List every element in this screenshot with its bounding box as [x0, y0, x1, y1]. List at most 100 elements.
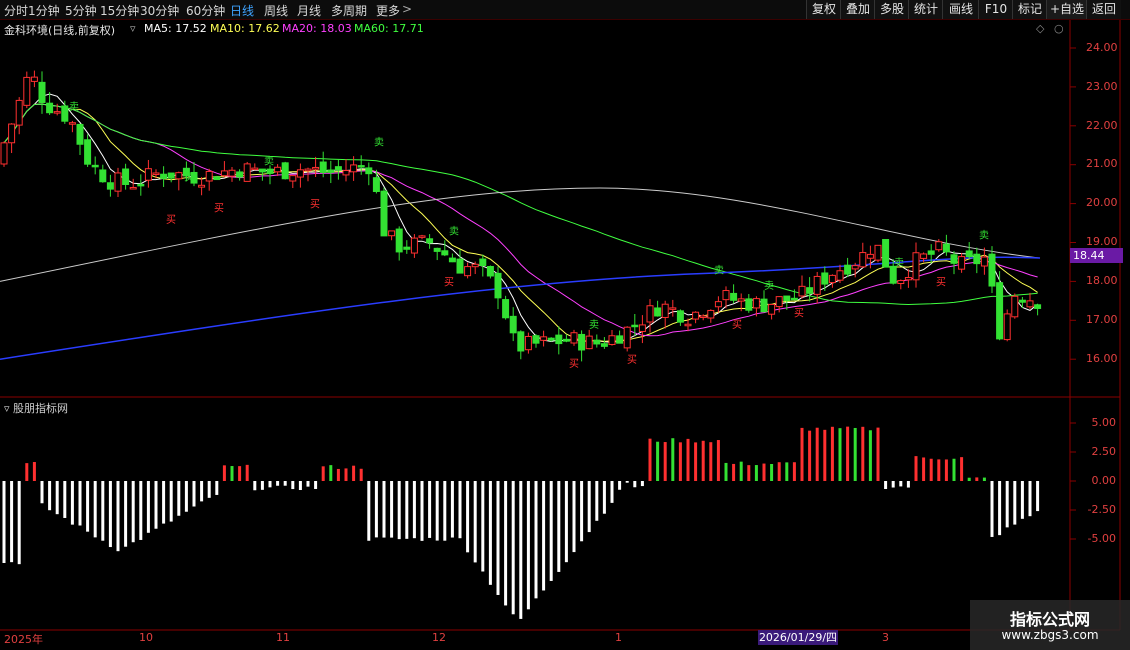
indicator-bar	[146, 481, 150, 533]
candle-body	[236, 171, 244, 178]
indicator-tick: 2.50	[1091, 445, 1117, 458]
indicator-bar	[131, 481, 135, 543]
sell-signal-label: 卖	[764, 280, 774, 292]
time-tick: 1	[615, 631, 622, 644]
candle-body	[654, 307, 662, 317]
candle-body	[456, 258, 464, 274]
indicator-bar	[192, 481, 196, 507]
indicator-bar	[276, 481, 280, 486]
candle-body	[266, 168, 274, 174]
indicator-bar	[298, 481, 302, 491]
buy-signal-label: 买	[794, 307, 804, 319]
candle-body	[638, 324, 646, 332]
kline-chart[interactable]: 卖卖卖卖卖卖卖卖卖卖买买 买买买 买买买买	[0, 0, 1130, 650]
candle-body	[889, 265, 897, 284]
indicator-bar	[808, 430, 812, 481]
indicator-bar	[177, 481, 181, 516]
title-dropdown-icon[interactable]: ▿	[130, 22, 136, 35]
indicator-bar	[663, 442, 667, 481]
candle-body	[312, 166, 320, 170]
indicator-bar	[549, 481, 553, 581]
candle-body	[486, 265, 494, 277]
indicator-bar	[982, 477, 986, 481]
candle-body	[327, 169, 335, 173]
indicator-bar	[914, 456, 918, 481]
candle-body	[152, 172, 160, 175]
candle-body	[517, 331, 525, 352]
indicator-bar	[78, 481, 82, 526]
indicator-bar	[777, 462, 781, 481]
indicator-bar	[374, 481, 378, 538]
candle-body	[775, 296, 783, 308]
cursor-date-tag: 2026/01/29/四	[758, 630, 838, 645]
candle-body	[631, 324, 639, 328]
watermark-url: www.zbgs3.com	[1001, 628, 1099, 642]
indicator-bar	[488, 481, 492, 585]
candle-body	[897, 280, 905, 285]
candle-body	[798, 285, 806, 297]
indicator-bar	[648, 438, 652, 481]
circle-icon[interactable]: ○	[1054, 22, 1064, 35]
candle-body	[578, 333, 586, 351]
indicator-bar	[367, 481, 371, 541]
candle-body	[821, 272, 829, 285]
candle-body	[167, 172, 175, 179]
indicator-bar	[86, 481, 90, 532]
diamond-icon[interactable]: ◇	[1036, 22, 1044, 35]
candle-body	[524, 335, 532, 351]
candle-body	[205, 170, 213, 182]
price-tick: 16.00	[1086, 352, 1118, 365]
candle-body	[342, 170, 350, 176]
candle-body	[730, 292, 738, 301]
candle-body	[388, 230, 396, 237]
candle-body	[160, 173, 168, 179]
indicator-bar	[952, 458, 956, 481]
indicator-bar	[253, 481, 257, 491]
indicator-bar	[792, 462, 796, 481]
candle-body	[790, 297, 798, 301]
indicator-bar	[504, 481, 508, 606]
indicator-bar	[443, 481, 447, 541]
indicator-bar	[884, 481, 888, 490]
indicator-bar	[732, 463, 736, 481]
indicator-bar	[101, 481, 105, 541]
indicator-bar	[785, 462, 789, 481]
indicator-bar	[238, 466, 242, 481]
indicator-bar	[830, 426, 834, 481]
price-tick: 23.00	[1086, 80, 1118, 93]
candle-body	[882, 239, 890, 268]
indicator-bar	[587, 481, 591, 533]
indicator-bar	[162, 481, 166, 524]
indicator-name: 股朋指标网	[13, 402, 69, 415]
indicator-bar	[268, 481, 272, 488]
candle-body	[464, 266, 472, 277]
indicator-bar	[595, 481, 599, 521]
candle-body	[0, 142, 8, 165]
candle-body	[46, 102, 54, 114]
indicator-bar	[207, 481, 211, 498]
indicator-bar	[625, 481, 629, 483]
candle-body	[646, 305, 654, 323]
candle-body	[175, 172, 183, 180]
candle-body	[851, 265, 859, 270]
candle-body	[980, 256, 988, 267]
indicator-bar	[124, 481, 128, 547]
indicator-bar	[169, 481, 173, 522]
candle-body	[479, 258, 487, 266]
candle-body	[494, 272, 502, 299]
indicator-bar	[944, 459, 948, 481]
indicator-bar	[17, 481, 21, 565]
indicator-dropdown-icon[interactable]: ▿	[4, 402, 13, 415]
ma20-line	[3, 103, 1038, 337]
indicator-bar	[564, 481, 568, 563]
candle-body	[593, 339, 601, 345]
sell-signal-label: 卖	[69, 101, 79, 113]
sell-signal-label: 卖	[714, 265, 724, 277]
candle-body	[76, 123, 84, 145]
time-tick: 3	[882, 631, 889, 644]
candle-body	[737, 298, 745, 302]
time-tick: 10	[139, 631, 153, 644]
indicator-bar	[610, 481, 614, 503]
indicator-bar	[283, 481, 287, 486]
indicator-bar	[344, 468, 348, 481]
